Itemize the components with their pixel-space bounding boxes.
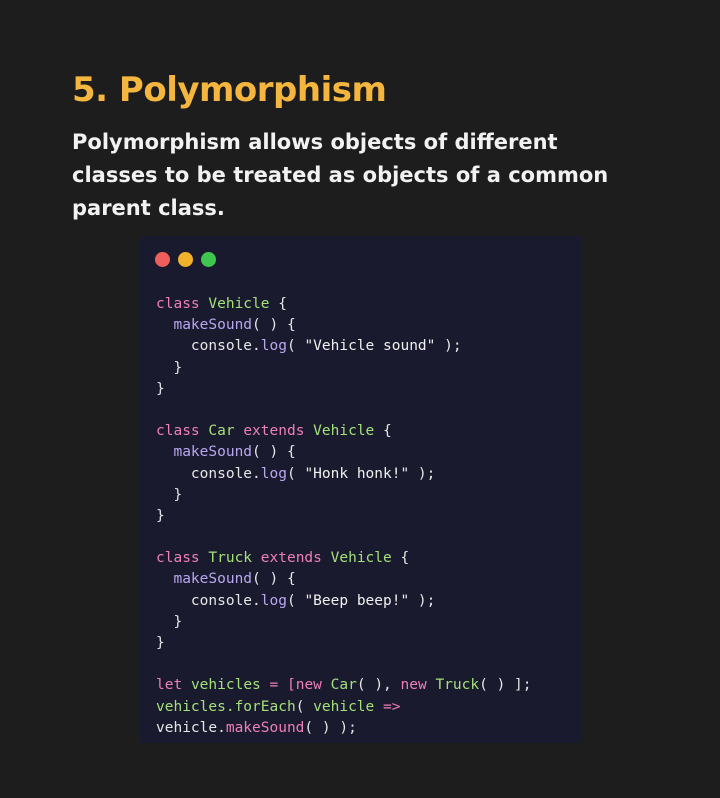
code-line: } <box>156 485 532 506</box>
class-name: Truck <box>208 550 253 567</box>
variable-name: vehicle. <box>156 719 226 736</box>
keyword: class <box>156 296 200 312</box>
method-name: makeSound <box>173 444 253 461</box>
variable-name: vehicles <box>190 677 261 694</box>
description-line-3: parent class. <box>72 196 225 220</box>
description: Polymorphism allows objects of different… <box>72 126 632 225</box>
code-block: class Vehicle { makeSound( ) { console.l… <box>156 294 532 739</box>
parameter-name: vehicle <box>313 698 375 715</box>
code-line: console.log( "Honk honk!" ); <box>156 464 532 485</box>
class-name: Vehicle <box>330 550 392 567</box>
punctuation: { <box>374 423 392 440</box>
code-line: } <box>156 379 532 400</box>
punctuation: { <box>391 550 410 567</box>
method-name: log <box>260 338 287 355</box>
punctuation: { <box>269 296 287 312</box>
punctuation: ( <box>286 465 305 482</box>
method-name: forEach <box>234 698 296 715</box>
arrow-operator: => <box>383 698 401 715</box>
punctuation: ( ) ]; <box>479 677 532 694</box>
class-name: Truck <box>435 677 480 694</box>
method-name: makeSound <box>173 317 253 334</box>
punctuation: ( ) ); <box>304 719 357 736</box>
punctuation: ( ) { <box>252 444 296 461</box>
maximize-dot <box>201 252 216 267</box>
object-name: console. <box>190 338 261 355</box>
code-line: } <box>156 633 532 654</box>
variable-name: vehicles. <box>156 698 235 715</box>
punctuation: } <box>173 486 183 503</box>
code-line: makeSound( ) { <box>156 442 532 463</box>
code-line: console.log( "Beep beep!" ); <box>156 591 532 612</box>
code-line: class Car extends Vehicle { <box>156 421 532 442</box>
code-line: makeSound( ) { <box>156 569 532 590</box>
method-name: makeSound <box>225 719 305 736</box>
punctuation: ( ) { <box>252 317 296 334</box>
string-literal: "Beep beep!" <box>304 592 410 609</box>
keyword: extends <box>243 423 305 440</box>
minimize-dot <box>178 252 193 267</box>
close-dot <box>155 252 170 267</box>
class-name: Vehicle <box>313 423 375 440</box>
code-line: let vehicles = [new Car( ), new Truck( )… <box>156 675 532 696</box>
keyword: class <box>156 423 200 440</box>
object-name: console. <box>190 592 261 609</box>
code-window: class Vehicle { makeSound( ) { console.l… <box>140 236 582 743</box>
code-line: } <box>156 506 532 527</box>
code-line: class Vehicle { <box>156 294 532 315</box>
punctuation: } <box>156 635 165 651</box>
string-literal: "Vehicle sound" <box>304 338 436 355</box>
punctuation: ); <box>409 465 436 482</box>
string-literal: "Honk honk!" <box>304 465 410 482</box>
code-line: class Truck extends Vehicle { <box>156 548 532 569</box>
keyword: new <box>295 677 322 694</box>
punctuation: ); <box>435 338 462 355</box>
keyword: new <box>400 677 427 694</box>
method-name: makeSound <box>173 571 253 588</box>
punctuation: [ <box>286 677 296 694</box>
punctuation: ( <box>286 592 305 609</box>
method-name: log <box>260 592 287 609</box>
code-line: } <box>156 358 532 379</box>
class-name: Car <box>330 677 357 694</box>
class-name: Vehicle <box>208 296 270 312</box>
page-title: 5. Polymorphism <box>72 70 387 110</box>
code-line: console.log( "Vehicle sound" ); <box>156 336 532 357</box>
code-line: } <box>156 612 532 633</box>
punctuation: ( <box>295 698 314 715</box>
punctuation: } <box>156 380 165 397</box>
method-name: log <box>260 465 287 482</box>
punctuation: } <box>156 507 165 524</box>
description-line-2: classes to be treated as objects of a co… <box>72 163 609 187</box>
punctuation: } <box>173 359 183 376</box>
punctuation: ( ), <box>356 677 392 694</box>
code-line: vehicles.forEach( vehicle => <box>156 697 532 718</box>
code-line: vehicle.makeSound( ) ); <box>156 718 532 739</box>
description-line-1: Polymorphism allows objects of different <box>72 130 558 154</box>
punctuation: ( <box>286 338 305 355</box>
keyword: class <box>156 550 200 567</box>
class-name: Car <box>208 423 235 440</box>
operator: = <box>269 677 279 694</box>
code-line: makeSound( ) { <box>156 315 532 336</box>
window-controls <box>155 252 216 267</box>
object-name: console. <box>190 465 261 482</box>
keyword: let <box>156 677 183 694</box>
punctuation: } <box>173 613 183 630</box>
keyword: extends <box>260 550 322 567</box>
punctuation: ( ) { <box>252 571 296 588</box>
punctuation: ); <box>409 592 436 609</box>
